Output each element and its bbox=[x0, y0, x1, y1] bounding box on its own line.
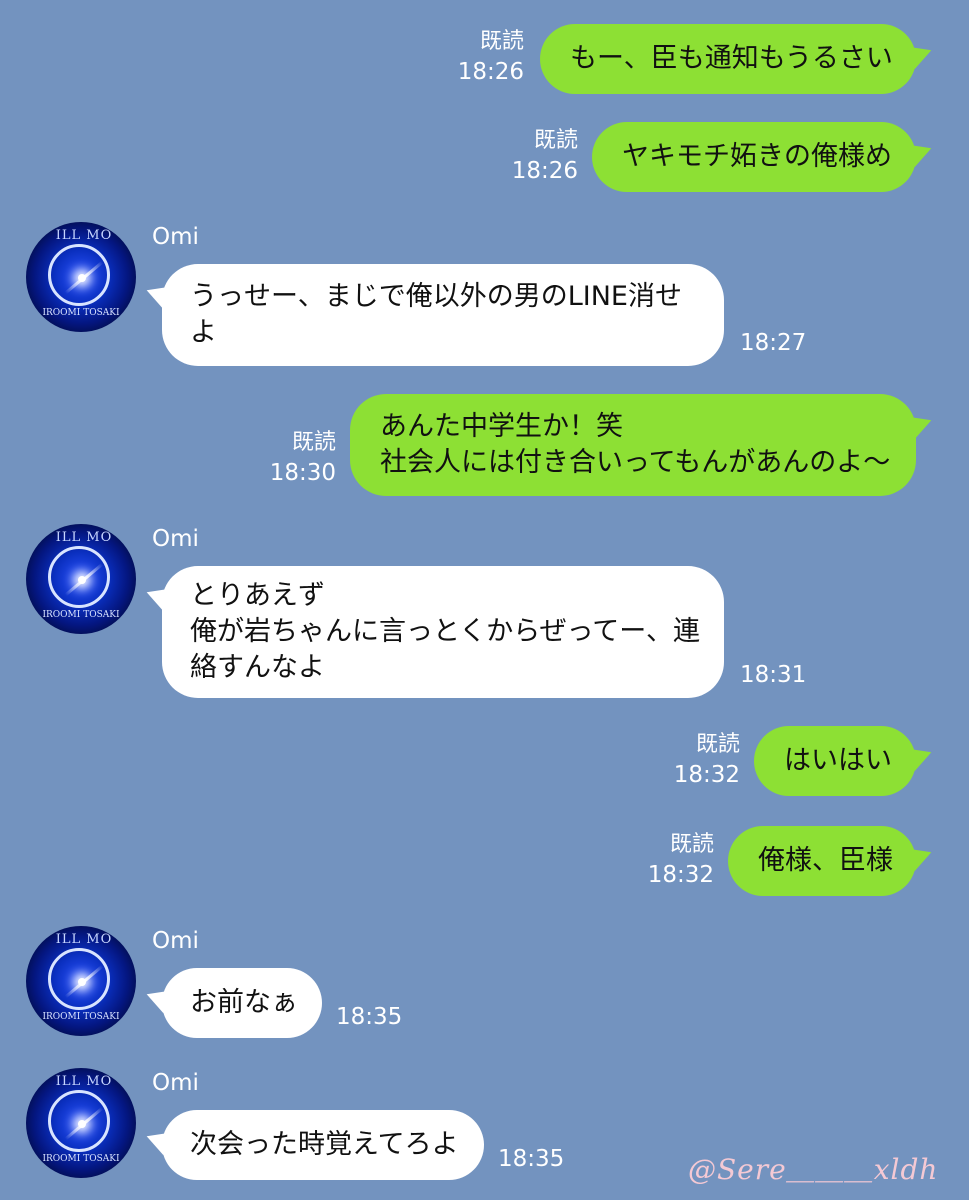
message-text-line: 俺が岩ちゃんに言っとくからぜってー、連 bbox=[190, 616, 701, 647]
read-label: 既読 bbox=[669, 832, 714, 857]
avatar-top-text: ILL MO bbox=[55, 228, 113, 243]
avatar-bottom-text: IROOMI TOSAKI bbox=[42, 1012, 120, 1022]
light-flare-icon bbox=[78, 576, 86, 584]
watermark: @Sere＿＿＿xldh bbox=[688, 1153, 939, 1186]
read-label: 既読 bbox=[291, 430, 336, 455]
sender-name: Omi bbox=[152, 526, 199, 552]
read-status: 既読 18:32 bbox=[656, 730, 740, 790]
message-text: 次会った時覚えてろよ bbox=[190, 1129, 459, 1160]
message-text-line: とりあえず bbox=[190, 580, 325, 611]
outgoing-message-bubble[interactable]: もー、臣も通知もうるさい bbox=[540, 24, 916, 94]
message-text-line: よ bbox=[190, 317, 217, 348]
incoming-message-bubble[interactable]: うっせー、まじで俺以外の男のLINE消せ よ bbox=[162, 264, 724, 366]
outgoing-message-bubble[interactable]: 俺様、臣様 bbox=[728, 826, 916, 896]
message-time: 18:27 bbox=[740, 330, 807, 356]
message-text-line: 絡すんなよ bbox=[190, 652, 325, 683]
read-status: 既読 18:26 bbox=[440, 27, 524, 87]
message-time: 18:31 bbox=[740, 662, 807, 688]
avatar-top-text: ILL MO bbox=[55, 1074, 113, 1089]
message-time: 18:35 bbox=[336, 1004, 403, 1030]
message-text-line: あんた中学生か！笑 bbox=[380, 411, 623, 442]
read-label: 既読 bbox=[533, 128, 578, 153]
message-time: 18:26 bbox=[511, 158, 578, 184]
outgoing-message-bubble[interactable]: あんた中学生か！笑 社会人には付き合いってもんがあんのよ〜 bbox=[350, 394, 916, 496]
contact-avatar[interactable]: ILL MO IROOMI TOSAKI bbox=[26, 222, 136, 332]
contact-avatar[interactable]: ILL MO IROOMI TOSAKI bbox=[26, 524, 136, 634]
incoming-message-bubble[interactable]: とりあえず 俺が岩ちゃんに言っとくからぜってー、連 絡すんなよ bbox=[162, 566, 724, 698]
avatar-top-text: ILL MO bbox=[55, 530, 113, 545]
avatar-top-text: ILL MO bbox=[55, 932, 113, 947]
read-status: 既読 18:32 bbox=[630, 830, 714, 890]
incoming-message-bubble[interactable]: 次会った時覚えてろよ bbox=[162, 1110, 484, 1180]
message-time: 18:30 bbox=[269, 460, 336, 486]
message-text: お前なぁ bbox=[190, 987, 298, 1018]
sender-name: Omi bbox=[152, 1070, 199, 1096]
avatar-bottom-text: IROOMI TOSAKI bbox=[42, 1154, 120, 1164]
message-time: 18:32 bbox=[647, 862, 714, 888]
outgoing-message-bubble[interactable]: ヤキモチ妬きの俺様め bbox=[592, 122, 916, 192]
incoming-message-bubble[interactable]: お前なぁ bbox=[162, 968, 322, 1038]
avatar-bottom-text: IROOMI TOSAKI bbox=[42, 610, 120, 620]
message-time: 18:32 bbox=[673, 762, 740, 788]
message-time: 18:35 bbox=[498, 1146, 565, 1172]
light-flare-icon bbox=[78, 978, 86, 986]
light-flare-icon bbox=[78, 1120, 86, 1128]
avatar-bottom-text: IROOMI TOSAKI bbox=[42, 308, 120, 318]
message-text: はいはい bbox=[784, 745, 892, 776]
sender-name: Omi bbox=[152, 928, 199, 954]
message-text: ヤキモチ妬きの俺様め bbox=[622, 141, 892, 172]
outgoing-message-bubble[interactable]: はいはい bbox=[754, 726, 916, 796]
message-text: もー、臣も通知もうるさい bbox=[570, 43, 893, 74]
contact-avatar[interactable]: ILL MO IROOMI TOSAKI bbox=[26, 926, 136, 1036]
light-flare-icon bbox=[78, 274, 86, 282]
read-label: 既読 bbox=[695, 732, 740, 757]
sender-name: Omi bbox=[152, 224, 199, 250]
message-time: 18:26 bbox=[457, 59, 524, 85]
message-text-line: 社会人には付き合いってもんがあんのよ〜 bbox=[380, 447, 891, 478]
message-text: 俺様、臣様 bbox=[758, 845, 893, 876]
read-label: 既読 bbox=[479, 29, 524, 54]
read-status: 既読 18:30 bbox=[252, 428, 336, 488]
message-text-line: うっせー、まじで俺以外の男のLINE消せ bbox=[190, 281, 682, 312]
read-status: 既読 18:26 bbox=[494, 126, 578, 186]
chat-view: 既読 18:26 もー、臣も通知もうるさい 既読 18:26 ヤキモチ妬きの俺様… bbox=[0, 0, 969, 1200]
contact-avatar[interactable]: ILL MO IROOMI TOSAKI bbox=[26, 1068, 136, 1178]
